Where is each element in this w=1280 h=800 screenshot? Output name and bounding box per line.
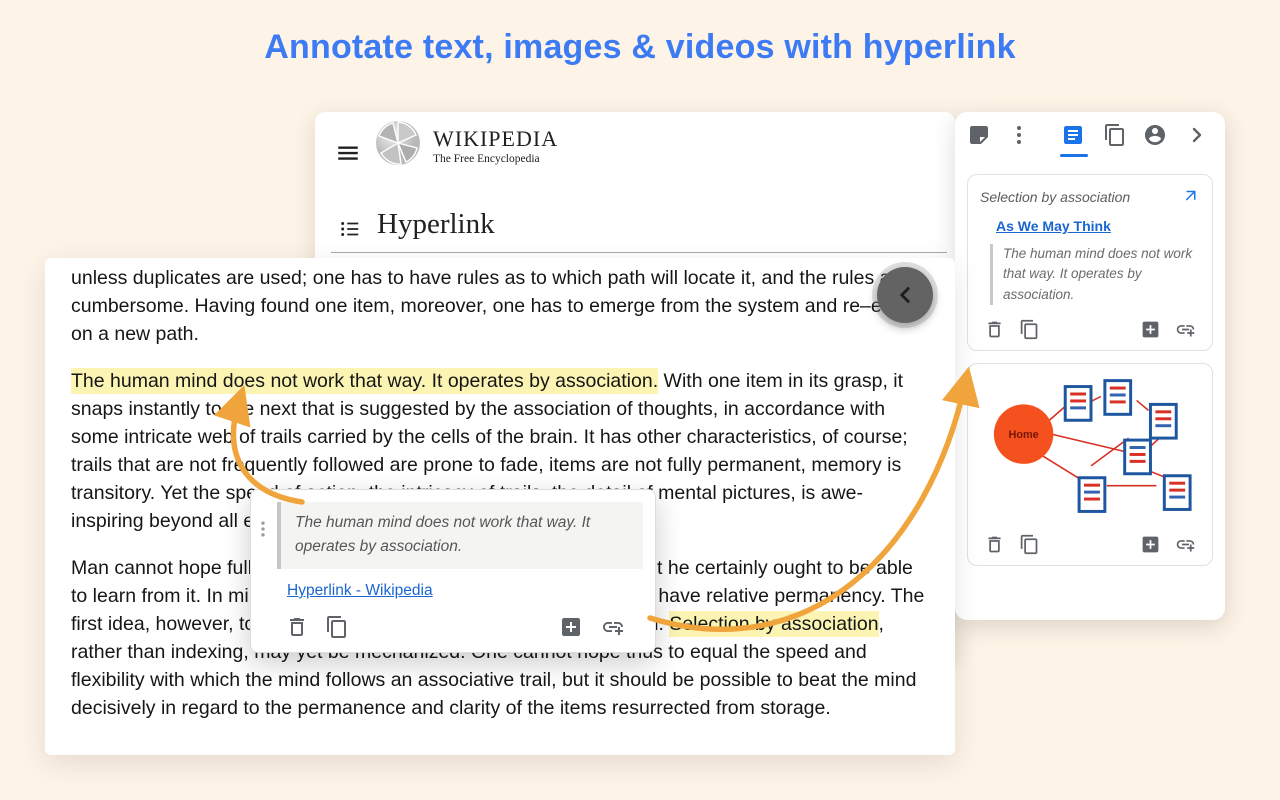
delete-icon[interactable]	[285, 615, 309, 639]
highlight-annotation[interactable]: Selection by association	[669, 611, 878, 637]
paragraph-1-text: unless duplicates are used; one has to h…	[71, 267, 915, 345]
copy-link-icon[interactable]	[1175, 534, 1196, 555]
diagram-home-label: Home	[1008, 429, 1038, 441]
wikipedia-topbar: WIKIPEDIA The Free Encyclopedia	[315, 112, 955, 198]
delete-icon[interactable]	[984, 319, 1005, 340]
drag-handle-icon[interactable]	[253, 516, 273, 542]
highlight-annotation[interactable]: The human mind does not work that way. I…	[71, 368, 658, 394]
duplicate-icon[interactable]	[325, 615, 349, 639]
add-to-collection-icon[interactable]	[1140, 534, 1161, 555]
hypertext-diagram-image: Home	[980, 378, 1200, 520]
annotation-card-title: Selection by association	[980, 187, 1130, 205]
paragraph-1: unless duplicates are used; one has to h…	[71, 264, 929, 348]
annotation-sidebar: Selection by association As We May Think…	[955, 112, 1225, 620]
popup-source-link[interactable]: Hyperlink - Wikipedia	[287, 582, 433, 600]
copy-link-icon[interactable]	[601, 615, 625, 639]
annotation-source-link[interactable]: As We May Think	[996, 218, 1200, 234]
delete-icon[interactable]	[984, 534, 1005, 555]
hamburger-menu-icon[interactable]	[335, 140, 361, 166]
collapse-sidebar-icon[interactable]	[1185, 123, 1211, 149]
annotation-card-image: Home	[967, 363, 1213, 566]
annotation-popup: The human mind does not work that way. I…	[250, 489, 656, 653]
wikipedia-wordmark: WIKIPEDIA	[433, 126, 558, 152]
annotation-card-text: Selection by association As We May Think…	[967, 174, 1213, 351]
open-in-new-icon[interactable]	[1182, 187, 1200, 205]
wikipedia-wordmark-block: WIKIPEDIA The Free Encyclopedia	[433, 126, 558, 165]
annotation-quote: The human mind does not work that way. I…	[990, 244, 1200, 305]
article-title-divider	[331, 252, 947, 253]
notes-tab-icon[interactable]	[1061, 123, 1087, 149]
add-to-collection-icon[interactable]	[559, 615, 583, 639]
page: Annotate text, images & videos with hype…	[0, 0, 1280, 800]
add-to-collection-icon[interactable]	[1140, 319, 1161, 340]
duplicate-icon[interactable]	[1019, 534, 1040, 555]
wikipedia-globe-logo[interactable]	[375, 120, 421, 166]
more-options-icon[interactable]	[1007, 123, 1033, 149]
page-title: Annotate text, images & videos with hype…	[0, 28, 1280, 67]
sticky-note-icon[interactable]	[967, 123, 993, 149]
contents-list-icon[interactable]	[339, 218, 361, 240]
popup-quote: The human mind does not work that way. I…	[277, 502, 643, 569]
wikipedia-tagline: The Free Encyclopedia	[433, 153, 558, 165]
collapse-panel-button[interactable]	[877, 267, 933, 323]
article-title: Hyperlink	[377, 208, 495, 241]
account-icon[interactable]	[1143, 123, 1169, 149]
copy-tab-icon[interactable]	[1103, 123, 1129, 149]
active-tab-underline	[1060, 154, 1088, 157]
article-heading-row: Hyperlink	[315, 208, 955, 252]
sidebar-toolbar	[955, 112, 1225, 162]
duplicate-icon[interactable]	[1019, 319, 1040, 340]
copy-link-icon[interactable]	[1175, 319, 1196, 340]
